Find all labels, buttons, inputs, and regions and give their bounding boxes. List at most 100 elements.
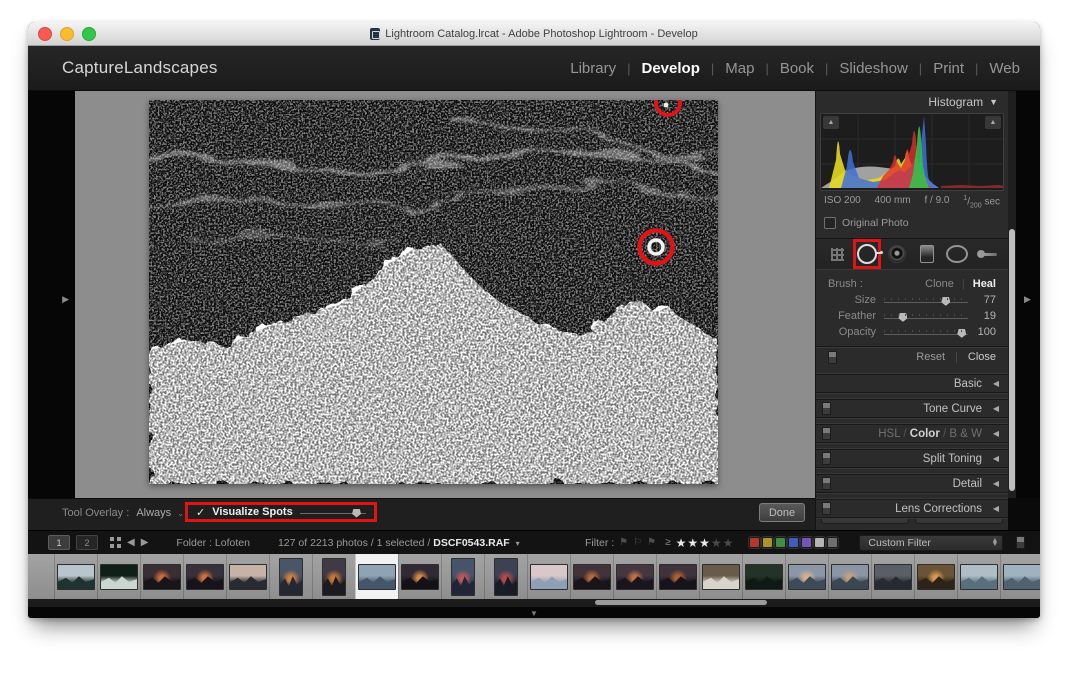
expand-panel-icon[interactable]: ◀ <box>993 379 999 388</box>
visualize-spots-photo[interactable] <box>149 100 718 484</box>
photo-thumbnail[interactable] <box>917 564 955 590</box>
photo-thumbnail[interactable] <box>573 564 611 590</box>
histogram[interactable]: ▲ ▲ <box>820 113 1004 191</box>
filmstrip-cell[interactable] <box>914 554 957 599</box>
star-icon[interactable]: ★ <box>676 536 688 550</box>
panel-segment-color[interactable]: Color <box>910 428 940 440</box>
module-tab-develop[interactable]: Develop <box>642 60 700 77</box>
panel-header-split-toning[interactable]: Split Toning◀ <box>816 449 1008 468</box>
radial-filter-tool[interactable] <box>946 242 968 266</box>
zoom-window-button[interactable] <box>82 27 96 41</box>
original-photo-checkbox[interactable] <box>824 217 836 229</box>
spot-close-button[interactable]: Close <box>968 351 996 363</box>
opacity-slider-thumb[interactable] <box>957 329 966 338</box>
custom-filter-dropdown[interactable]: Custom Filter ▲▼ <box>859 535 1003 551</box>
collapse-right-panel-icon[interactable]: ▶ <box>1024 294 1031 305</box>
original-photo-row[interactable]: Original Photo <box>816 209 1008 229</box>
spot-reset-button[interactable]: Reset <box>916 351 945 363</box>
photo-thumbnail[interactable] <box>143 564 181 590</box>
unflagged-flag-icon[interactable]: ⚐ <box>633 537 642 548</box>
right-panel-edge[interactable]: ▶ <box>1016 91 1040 498</box>
brush-mode-heal[interactable]: Heal <box>973 278 996 290</box>
shadow-clipping-toggle[interactable]: ▲ <box>823 116 839 129</box>
filmstrip-cell[interactable] <box>269 554 312 599</box>
opacity-slider[interactable] <box>884 328 968 337</box>
star-icon[interactable]: ★ <box>723 536 735 550</box>
filmstrip-cell[interactable] <box>699 554 742 599</box>
reject-flag-icon[interactable]: ⚑ <box>647 537 656 548</box>
visualize-spots-slider[interactable] <box>300 508 366 517</box>
panel-switch-icon[interactable] <box>822 427 831 440</box>
photo-thumbnail[interactable] <box>745 564 783 590</box>
done-button[interactable]: Done <box>759 503 805 522</box>
panel-segment-hsl[interactable]: HSL <box>878 428 900 440</box>
star-rating-filter[interactable]: ★★★★★ <box>676 536 735 550</box>
photo-thumbnail[interactable] <box>960 564 998 590</box>
module-tab-slideshow[interactable]: Slideshow <box>839 60 907 77</box>
secondary-monitor-button[interactable]: 2 <box>76 535 98 550</box>
filmstrip-cell[interactable] <box>226 554 269 599</box>
previous-photo-arrow-icon[interactable]: ◀ <box>127 537 135 548</box>
histogram-panel-header[interactable]: Histogram ▼ <box>816 91 1008 113</box>
spot-removal-tool[interactable] <box>856 242 878 266</box>
filmstrip-cell[interactable] <box>656 554 699 599</box>
tool-overlay-value[interactable]: Always <box>136 507 171 519</box>
color-label-chip[interactable] <box>801 537 812 548</box>
filmstrip-cell[interactable] <box>441 554 484 599</box>
red-eye-tool[interactable] <box>886 242 908 266</box>
panel-switch-icon[interactable] <box>822 502 831 515</box>
filter-switch-icon[interactable] <box>1016 536 1025 549</box>
photo-thumbnail[interactable] <box>358 564 396 590</box>
folder-breadcrumb[interactable]: Folder : Lofoten <box>176 537 250 549</box>
panel-header-basic[interactable]: Basic◀ <box>816 374 1008 393</box>
adjustment-brush-tool[interactable] <box>976 242 998 266</box>
selection-status[interactable]: 127 of 2213 photos / 1 selected / DSCF05… <box>278 537 520 549</box>
filmstrip-cell[interactable] <box>183 554 226 599</box>
visualize-spots-slider-thumb[interactable] <box>352 509 361 518</box>
filmstrip-cell[interactable] <box>871 554 914 599</box>
expand-left-panel-icon[interactable]: ▶ <box>62 294 69 305</box>
filmstrip-cell[interactable] <box>312 554 355 599</box>
pick-flag-icon[interactable]: ⚑ <box>619 537 628 548</box>
size-slider-thumb[interactable] <box>941 297 950 306</box>
filmstrip-cell-selected[interactable] <box>355 554 398 599</box>
expand-panel-icon[interactable]: ◀ <box>993 479 999 488</box>
feather-slider-thumb[interactable] <box>898 313 907 322</box>
visualize-spots-checkbox[interactable]: ✓ <box>196 506 205 519</box>
photo-thumbnail[interactable] <box>100 564 138 590</box>
photo-thumbnail[interactable] <box>279 558 303 596</box>
next-photo-arrow-icon[interactable]: ▶ <box>141 537 149 548</box>
photo-thumbnail[interactable] <box>401 564 439 590</box>
brush-mode-clone[interactable]: Clone <box>925 278 954 290</box>
filmstrip-cell[interactable] <box>613 554 656 599</box>
module-tab-print[interactable]: Print <box>933 60 964 77</box>
photo-thumbnail[interactable] <box>57 564 95 590</box>
color-label-chip[interactable] <box>788 537 799 548</box>
panel-header-detail[interactable]: Detail◀ <box>816 474 1008 493</box>
photo-thumbnail[interactable] <box>530 564 568 590</box>
filmstrip-cell[interactable] <box>398 554 441 599</box>
star-icon[interactable]: ★ <box>699 536 711 550</box>
photo-thumbnail[interactable] <box>659 564 697 590</box>
primary-monitor-button[interactable]: 1 <box>48 535 70 550</box>
star-icon[interactable]: ★ <box>687 536 699 550</box>
filmstrip-cell[interactable] <box>957 554 1000 599</box>
color-label-chip[interactable] <box>762 537 773 548</box>
close-window-button[interactable] <box>38 27 52 41</box>
crop-overlay-tool[interactable] <box>826 242 848 266</box>
rating-compare-operator[interactable]: ≥ <box>665 537 671 548</box>
color-label-chip[interactable] <box>775 537 786 548</box>
expand-panel-icon[interactable]: ◀ <box>993 504 999 513</box>
photo-thumbnail[interactable] <box>831 564 869 590</box>
graduated-filter-tool[interactable] <box>916 242 938 266</box>
filename-dropdown-icon[interactable]: ▾ <box>516 539 520 548</box>
photo-thumbnail[interactable] <box>874 564 912 590</box>
right-panel-scrollbar[interactable] <box>1008 91 1016 498</box>
highlight-clipping-toggle[interactable]: ▲ <box>985 116 1001 129</box>
filmstrip-cell[interactable] <box>97 554 140 599</box>
tool-overlay-control[interactable]: Tool Overlay : Always ⌄ <box>62 507 184 519</box>
photo-thumbnail[interactable] <box>702 564 740 590</box>
color-label-chip[interactable] <box>749 537 760 548</box>
star-icon[interactable]: ★ <box>711 536 723 550</box>
filmstrip-cell[interactable] <box>785 554 828 599</box>
